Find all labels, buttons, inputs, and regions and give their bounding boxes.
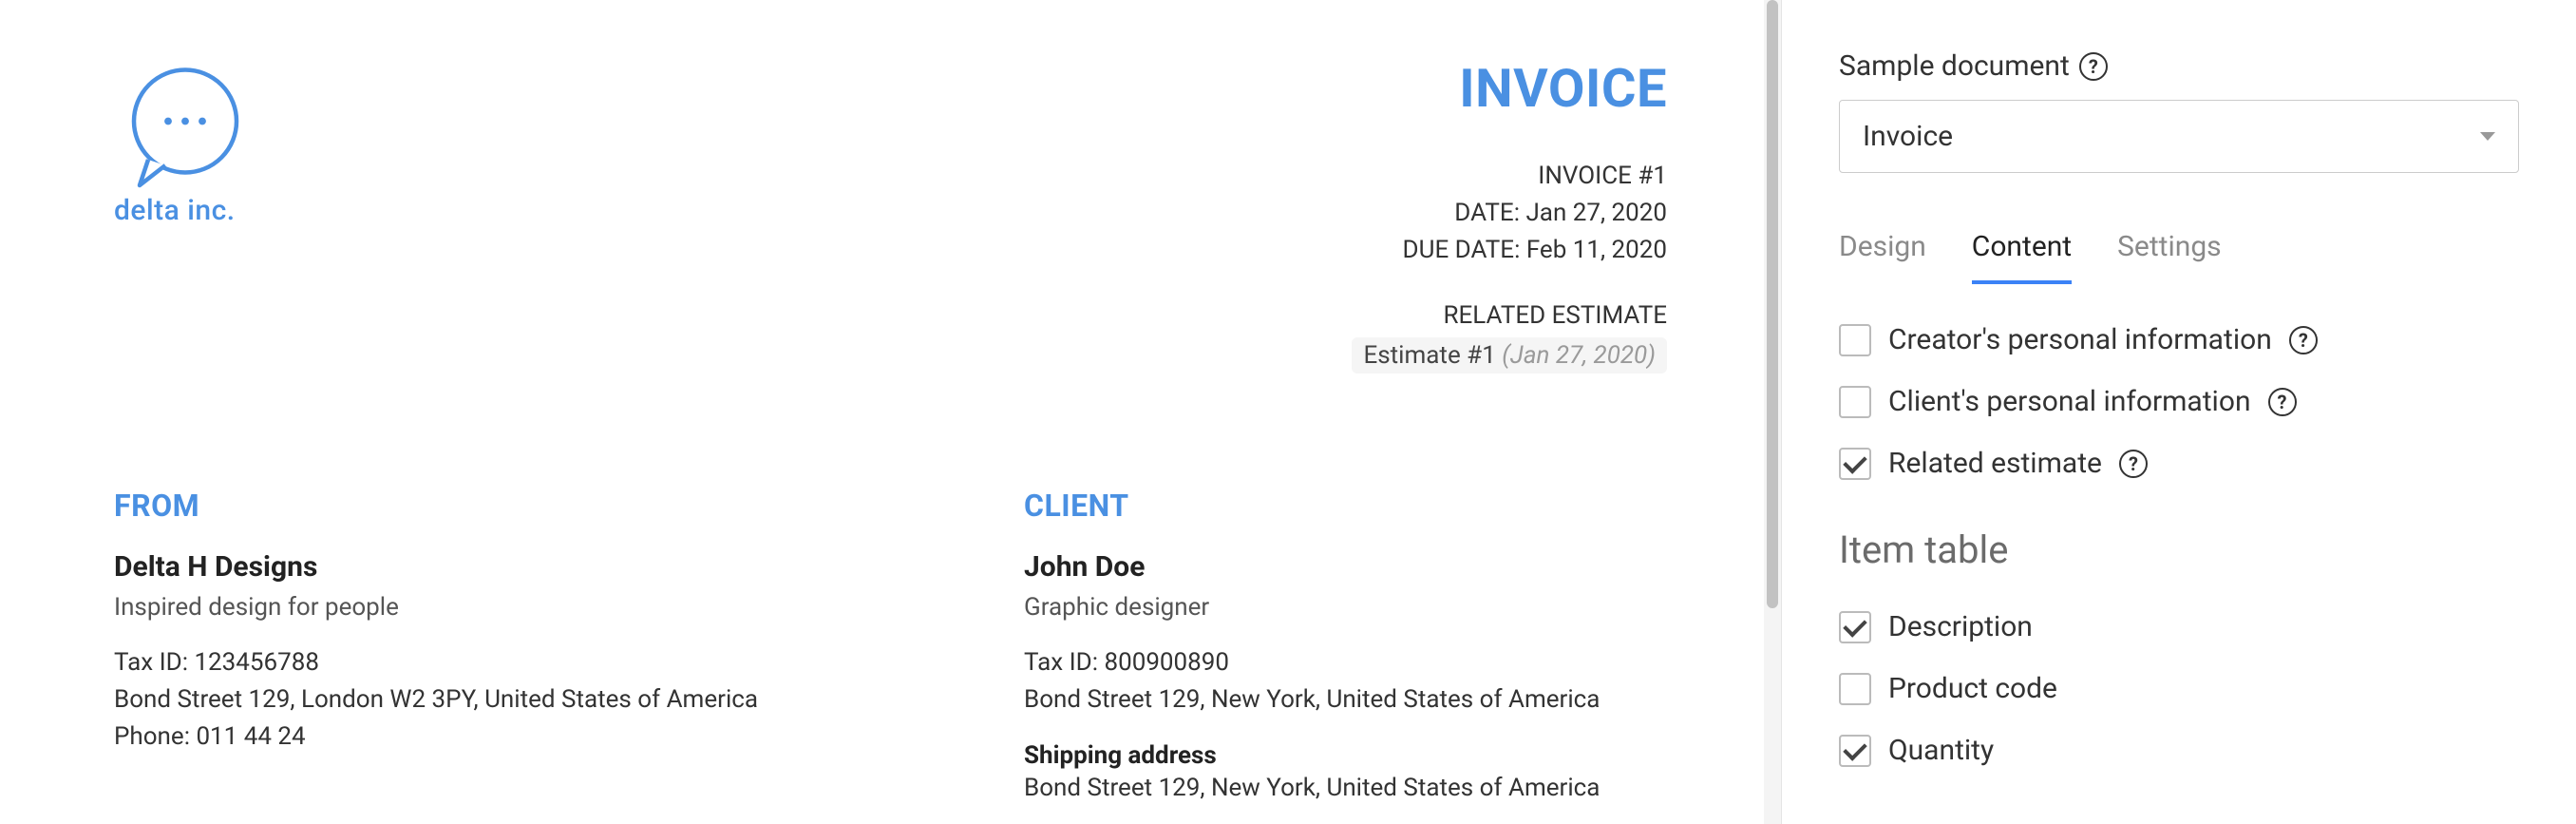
invoice-date: DATE: Jan 27, 2020: [1352, 195, 1667, 232]
help-icon[interactable]: ?: [2079, 52, 2108, 81]
help-icon[interactable]: ?: [2289, 326, 2318, 355]
invoice-title: INVOICE: [1352, 57, 1667, 120]
invoice-due-date: DUE DATE: Feb 11, 2020: [1352, 232, 1667, 269]
client-role: Graphic designer: [1024, 593, 1600, 622]
settings-panel: Sample document ? Invoice Design Content…: [1782, 0, 2576, 824]
client-label: CLIENT: [1024, 488, 1600, 524]
from-address: Bond Street 129, London W2 3PY, United S…: [114, 681, 758, 719]
checkbox-client-info-label: Client's personal information: [1888, 385, 2251, 418]
checkbox-description[interactable]: [1839, 611, 1871, 643]
shipping-label: Shipping address: [1024, 741, 1600, 770]
check-row-product-code: Product code: [1839, 672, 2519, 705]
client-tax-id: Tax ID: 800900890: [1024, 644, 1600, 681]
client-name: John Doe: [1024, 550, 1600, 584]
checkbox-product-code[interactable]: [1839, 673, 1871, 705]
checkbox-related-estimate[interactable]: [1839, 448, 1871, 480]
checkbox-creator-info[interactable]: [1839, 324, 1871, 356]
related-estimate-label: RELATED ESTIMATE: [1352, 301, 1667, 330]
checkbox-quantity[interactable]: [1839, 735, 1871, 767]
help-icon[interactable]: ?: [2119, 450, 2148, 478]
from-tax-id: Tax ID: 123456788: [114, 644, 758, 681]
checkbox-quantity-label: Quantity: [1888, 734, 1994, 767]
scrollbar-thumb[interactable]: [1767, 0, 1778, 608]
tab-settings[interactable]: Settings: [2117, 230, 2222, 284]
logo-company-name: delta inc.: [114, 194, 236, 227]
chevron-down-icon: [2480, 132, 2495, 141]
related-estimate-name: Estimate #1: [1363, 341, 1495, 370]
company-logo-block: delta inc.: [114, 57, 256, 227]
from-name: Delta H Designs: [114, 550, 758, 584]
shipping-address: Bond Street 129, New York, United States…: [1024, 770, 1600, 807]
from-label: FROM: [114, 488, 758, 524]
checkbox-client-info[interactable]: [1839, 386, 1871, 418]
check-row-client-info: Client's personal information ?: [1839, 385, 2519, 418]
sample-document-value: Invoice: [1863, 120, 1953, 153]
tab-content[interactable]: Content: [1972, 230, 2072, 284]
invoice-number: INVOICE #1: [1352, 158, 1667, 195]
related-estimate-date: (Jan 27, 2020): [1502, 341, 1656, 370]
check-row-quantity: Quantity: [1839, 734, 2519, 767]
client-section: CLIENT John Doe Graphic designer Tax ID:…: [1024, 488, 1600, 807]
document-preview: delta inc. INVOICE INVOICE #1 DATE: Jan …: [0, 0, 1782, 824]
checkbox-product-code-label: Product code: [1888, 672, 2057, 705]
check-row-creator-info: Creator's personal information ?: [1839, 323, 2519, 356]
logo-speech-bubble-icon: [114, 57, 256, 200]
help-icon[interactable]: ?: [2268, 388, 2297, 416]
check-row-related-estimate: Related estimate ?: [1839, 447, 2519, 480]
from-tagline: Inspired design for people: [114, 593, 758, 622]
sample-document-label: Sample document ?: [1839, 49, 2519, 83]
checkbox-description-label: Description: [1888, 610, 2033, 643]
tab-design[interactable]: Design: [1839, 230, 1926, 284]
checkbox-creator-info-label: Creator's personal information: [1888, 323, 2272, 356]
tabs: Design Content Settings: [1839, 230, 2519, 285]
preview-scrollbar[interactable]: [1764, 0, 1781, 824]
item-table-heading: Item table: [1839, 527, 2519, 572]
from-phone: Phone: 011 44 24: [114, 719, 758, 756]
client-address: Bond Street 129, New York, United States…: [1024, 681, 1600, 719]
checkbox-related-estimate-label: Related estimate: [1888, 447, 2102, 480]
sample-document-label-text: Sample document: [1839, 49, 2070, 83]
sample-document-select[interactable]: Invoice: [1839, 100, 2519, 173]
from-section: FROM Delta H Designs Inspired design for…: [114, 488, 758, 807]
related-estimate-chip[interactable]: Estimate #1 (Jan 27, 2020): [1352, 337, 1667, 374]
check-row-description: Description: [1839, 610, 2519, 643]
